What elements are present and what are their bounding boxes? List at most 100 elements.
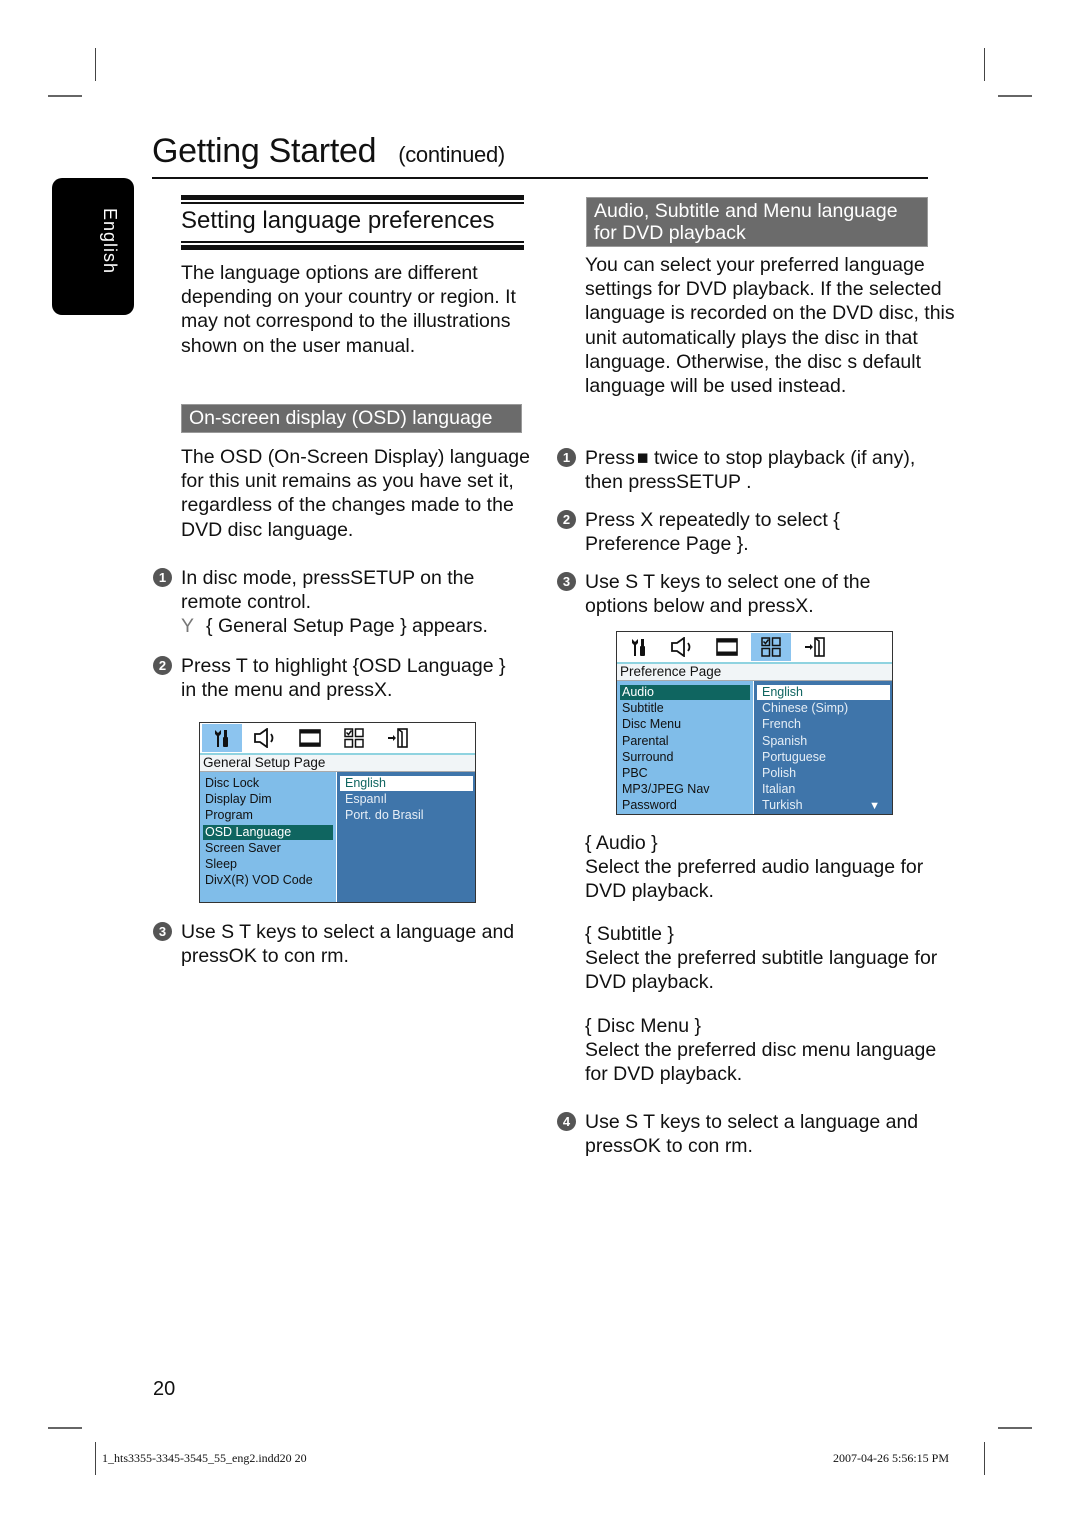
step-number-badge: 2	[557, 510, 576, 529]
menu-item[interactable]: Sleep	[203, 857, 333, 872]
menu-tab-speaker-icon[interactable]	[246, 724, 286, 752]
menu-item[interactable]: Disc Lock	[203, 776, 333, 791]
menu-tab-film-icon[interactable]	[290, 724, 330, 752]
menu-tab-preference-grid-icon[interactable]	[751, 633, 791, 661]
menu-item[interactable]: Screen Saver	[203, 841, 333, 856]
menu-tab-speaker-icon[interactable]	[663, 633, 703, 661]
step-text: In disc mode, pressSETUP on the remote c…	[181, 567, 475, 614]
menu-tab-wrench-screwdriver-icon[interactable]	[202, 724, 242, 752]
menu-item[interactable]: Password	[620, 798, 750, 813]
menu-option[interactable]: Portuguese	[757, 750, 890, 765]
menu-option[interactable]: Chinese (Simp)	[757, 701, 890, 716]
scroll-down-icon[interactable]: ▼	[869, 800, 880, 812]
menu-tab-wrench-screwdriver-icon[interactable]	[619, 633, 659, 661]
option-description: Select the preferred disc menu language …	[585, 1039, 937, 1086]
menu-tab-exit-door-icon[interactable]	[378, 724, 418, 752]
right-step-3: 3 Use S T keys to select one of the opti…	[557, 570, 952, 618]
menu-option[interactable]: French	[757, 717, 890, 732]
right-step-2: 2 Press X repeatedly to select { Prefere…	[557, 508, 952, 556]
crop-mark	[998, 95, 1032, 97]
option-description: Select the preferred subtitle language f…	[585, 947, 938, 994]
page-title: Getting Started (continued)	[152, 132, 505, 171]
menu-page-title: General Setup Page	[200, 755, 475, 772]
menu-option[interactable]: Spanish	[757, 734, 890, 749]
menu-item[interactable]: Surround	[620, 750, 750, 765]
menu-icon-bar	[200, 723, 475, 755]
step-result: Y { General Setup Page } appears.	[181, 614, 533, 638]
crop-mark	[48, 95, 82, 97]
step-text: Press ■ twice to stop playback (if any), …	[585, 446, 950, 494]
step-result-text: { General Setup Page } appears.	[206, 615, 488, 638]
option-name: { Subtitle }	[585, 923, 674, 945]
menu-option[interactable]: Port. do Brasil	[340, 808, 473, 823]
option-name: { Disc Menu }	[585, 1015, 701, 1037]
language-side-tab: English	[52, 178, 134, 315]
step-number-badge: 2	[153, 656, 172, 675]
menu-option[interactable]: Espanıl	[340, 792, 473, 807]
section-title: Setting language preferences	[181, 207, 495, 234]
section-rule	[181, 245, 524, 250]
stop-icon: ■	[636, 447, 649, 469]
speaker-icon	[253, 728, 279, 748]
menu-item[interactable]: DivX(R) VOD Code	[203, 873, 333, 888]
crop-mark	[984, 1442, 985, 1475]
dvd-intro-paragraph: You can select your preferred language s…	[585, 254, 955, 398]
section-rule	[181, 195, 524, 200]
menu-item[interactable]: Display Dim	[203, 792, 333, 807]
page-number: 20	[153, 1378, 176, 1400]
menu-item[interactable]: MP3/JPEG Nav	[620, 782, 750, 797]
menu-item[interactable]: OSD Language	[203, 824, 333, 840]
menu-item[interactable]: Audio	[620, 685, 750, 700]
menu-item[interactable]: Program	[203, 808, 333, 823]
menu-tab-film-icon[interactable]	[707, 633, 747, 661]
exit-door-icon	[387, 728, 409, 748]
step-number-badge: 3	[153, 922, 172, 941]
menu-tab-exit-door-icon[interactable]	[795, 633, 835, 661]
crop-mark	[95, 1442, 96, 1475]
menu-tab-preference-grid-icon[interactable]	[334, 724, 374, 752]
option-audio: { Audio } Select the preferred audio lan…	[585, 831, 955, 904]
section-rule	[181, 202, 524, 204]
step-number-badge: 4	[557, 1112, 576, 1131]
menu-options-panel: English Chinese (Simp) French Spanish Portug…	[754, 681, 892, 814]
crop-mark	[984, 48, 985, 81]
menu-items-panel: Audio Subtitle Disc Menu Parental Surround PB…	[617, 681, 753, 814]
crop-mark	[95, 48, 96, 81]
preference-grid-icon	[761, 637, 781, 657]
menu-items-panel: Disc Lock Display Dim Program OSD Language S…	[200, 772, 336, 902]
crop-mark	[48, 1427, 82, 1429]
film-icon	[299, 729, 321, 747]
menu-option[interactable]: Italian	[757, 782, 890, 797]
menu-option[interactable]: Polish	[757, 766, 890, 781]
step-text: Press X repeatedly to select { Preferenc…	[585, 509, 840, 556]
step-text: Use S T keys to select one of the option…	[585, 571, 871, 618]
menu-option[interactable]: English	[340, 776, 473, 791]
menu-item[interactable]: PBC	[620, 766, 750, 781]
option-subtitle: { Subtitle } Select the preferred subtit…	[585, 922, 955, 995]
option-disc-menu: { Disc Menu } Select the preferred disc …	[585, 1014, 955, 1087]
preference-page-menu: Preference Page Audio Subtitle Disc Menu Pa…	[616, 631, 893, 815]
footer-timestamp: 2007-04-26 5:56:15 PM	[833, 1451, 950, 1465]
page-title-text: Getting Started	[152, 132, 377, 170]
osd-section-heading: On-screen display (OSD) language	[181, 404, 522, 433]
preference-grid-icon	[344, 728, 364, 748]
menu-icon-bar	[617, 632, 892, 664]
menu-page-title: Preference Page	[617, 664, 892, 681]
menu-item[interactable]: Subtitle	[620, 701, 750, 716]
option-name: { Audio }	[585, 832, 658, 854]
menu-option[interactable]: English	[757, 685, 890, 700]
wrench-screwdriver-icon	[213, 728, 231, 748]
title-divider	[152, 177, 928, 179]
section-rule	[181, 241, 524, 243]
menu-item[interactable]: Disc Menu	[620, 717, 750, 732]
left-step-1: 1 In disc mode, pressSETUP on the remote…	[153, 566, 533, 639]
general-setup-menu: General Setup Page Disc Lock Display Dim P…	[199, 722, 476, 903]
menu-item[interactable]: Parental	[620, 734, 750, 749]
step-text-part: Press	[585, 447, 635, 469]
step-text: Use S T keys to select a language and pr…	[181, 921, 515, 968]
step-number-badge: 1	[153, 568, 172, 587]
crop-mark	[998, 1427, 1032, 1429]
page-title-continued: (continued)	[398, 142, 505, 167]
intro-paragraph: The language options are different depen…	[181, 262, 516, 357]
step-text: Press T to highlight {OSD Language } in …	[181, 655, 506, 702]
